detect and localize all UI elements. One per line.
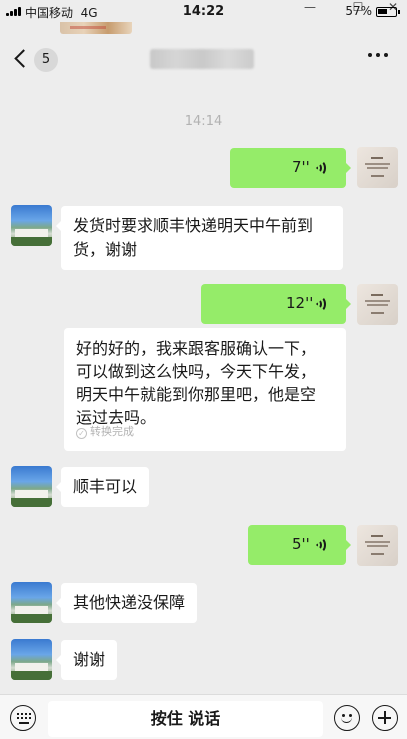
voice-message-bubble[interactable]: 12'' <box>201 284 351 324</box>
message-line: 其他快递没保障 <box>73 593 186 612</box>
self-avatar[interactable] <box>357 147 398 188</box>
voice-duration: 7'' <box>292 158 310 176</box>
contact-avatar[interactable] <box>11 639 52 680</box>
voice-duration: 5'' <box>292 535 310 553</box>
hold-to-talk-button[interactable]: 按住 说话 <box>48 701 323 737</box>
message-timestamp: 14:14 <box>184 114 223 129</box>
keyboard-icon[interactable] <box>10 705 36 731</box>
check-icon: ✓ <box>76 428 87 439</box>
voice-message-bubble[interactable]: 5'' <box>248 525 351 565</box>
message-line: 货，谢谢 <box>73 240 138 259</box>
emoji-icon[interactable] <box>334 705 360 731</box>
voice-message-bubble[interactable]: 7'' <box>230 148 351 188</box>
chat-title-blurred <box>150 49 254 69</box>
transcript-line: 可以做到这么快吗，今天下午发， <box>76 362 317 381</box>
minimize-icon[interactable]: — <box>300 0 320 14</box>
status-bar: 中国移动 4G 14:22 — ☐ ✕ 57% <box>0 0 407 22</box>
message-line: 顺丰可以 <box>73 477 138 496</box>
message-line: 发货时要求顺丰快递明天中午前到 <box>73 216 314 235</box>
more-icon[interactable] <box>368 53 388 59</box>
voice-duration: 12'' <box>286 294 314 312</box>
text-message-bubble[interactable]: 谢谢 <box>55 640 118 680</box>
self-avatar[interactable] <box>357 284 398 325</box>
previous-image-peek <box>60 22 132 34</box>
back-chevron-icon[interactable] <box>14 49 33 68</box>
input-bar: 按住 说话 <box>0 694 407 739</box>
plus-icon[interactable] <box>372 705 398 731</box>
voice-wave-icon <box>314 159 330 177</box>
unread-count-badge[interactable]: 5 <box>34 48 58 72</box>
chat-header: 5 <box>0 22 407 94</box>
text-message-bubble[interactable]: 发货时要求顺丰快递明天中午前到 货，谢谢 <box>56 206 343 270</box>
message-line: 谢谢 <box>73 650 106 669</box>
contact-avatar[interactable] <box>11 466 52 507</box>
transcript-status: ✓ 转换完成 <box>76 420 134 443</box>
text-message-bubble[interactable]: 其他快递没保障 <box>55 583 198 623</box>
voice-transcript[interactable]: 好的好的，我来跟客服确认一下， 可以做到这么快吗，今天下午发， 明天中午就能到你… <box>64 328 346 451</box>
contact-avatar[interactable] <box>11 205 52 246</box>
battery-icon <box>376 7 400 17</box>
self-avatar[interactable] <box>357 525 398 566</box>
text-message-bubble[interactable]: 顺丰可以 <box>55 467 150 507</box>
transcript-line: 明天中午就能到你那里吧，他是空 <box>76 385 317 404</box>
transcript-line: 好的好的，我来跟客服确认一下， <box>76 339 317 358</box>
contact-avatar[interactable] <box>11 582 52 623</box>
voice-wave-icon <box>314 295 330 313</box>
battery-percent: 57% <box>345 4 372 18</box>
voice-wave-icon <box>314 536 330 554</box>
